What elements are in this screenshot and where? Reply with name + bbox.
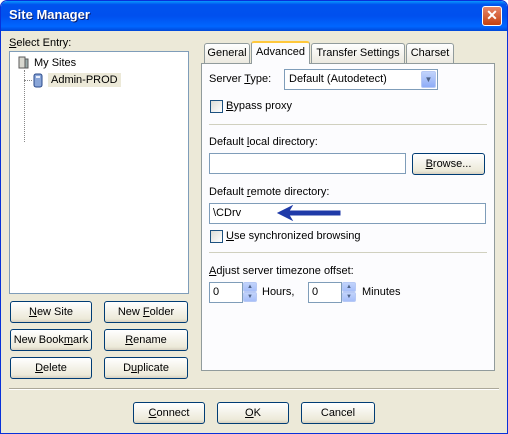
separator [209,124,487,125]
computer-icon [18,56,29,69]
tab-advanced[interactable]: Advanced [251,41,310,64]
duplicate-button[interactable]: Duplicate [104,357,188,379]
cancel-button[interactable]: Cancel [301,402,375,424]
local-directory-input[interactable] [209,153,406,174]
advanced-panel: Server Type: Default (Autodetect) ▼ Bypa… [201,63,495,371]
chevron-down-icon[interactable]: ▼ [421,71,436,88]
connect-button[interactable]: Connect [133,402,205,424]
hours-label: Hours, [262,286,295,298]
spin-down-icon[interactable]: ▼ [342,292,356,302]
minutes-label: Minutes [362,286,401,298]
new-folder-button[interactable]: New Folder [104,301,188,323]
ok-button[interactable]: OK [217,402,289,424]
tree-item-my-sites[interactable]: My Sites [34,57,76,69]
site-manager-window: Site Manager ✕ Select Entry: My Sites Ad… [0,0,508,434]
server-type-label: Server Type: [209,73,272,85]
server-type-select[interactable]: Default (Autodetect) ▼ [284,69,438,90]
bypass-proxy-checkbox[interactable] [210,100,223,113]
server-icon [33,73,43,88]
sync-browsing-label[interactable]: Use synchronized browsing [226,230,361,242]
spin-down-icon[interactable]: ▼ [243,292,257,302]
minutes-input[interactable]: 0 [308,282,342,303]
local-directory-label: Default local directory: [209,136,318,148]
spin-up-icon[interactable]: ▲ [243,282,257,292]
timezone-label: Adjust server timezone offset: [209,265,354,277]
footer-separator [9,388,499,390]
tab-charset[interactable]: Charset [406,43,454,63]
tree-guide-line [24,80,32,81]
tab-general[interactable]: General [204,43,250,63]
minutes-spinner[interactable]: ▲ ▼ [342,282,356,302]
bypass-proxy-label[interactable]: Bypass proxy [226,100,292,112]
sync-browsing-checkbox[interactable] [210,230,223,243]
delete-button[interactable]: Delete [10,357,92,379]
separator [209,252,487,253]
site-tree[interactable]: My Sites Admin-PROD [9,51,189,294]
remote-directory-label: Default remote directory: [209,186,330,198]
tab-transfer-settings[interactable]: Transfer Settings [311,43,405,63]
remote-directory-input[interactable]: \CDrv [209,203,486,224]
title-bar[interactable]: Site Manager ✕ [1,1,507,31]
close-icon[interactable]: ✕ [482,6,502,26]
rename-button[interactable]: Rename [104,329,188,351]
select-entry-label: Select Entry: [9,37,72,49]
hours-spinner[interactable]: ▲ ▼ [243,282,257,302]
tree-item-admin-prod[interactable]: Admin-PROD [48,73,121,87]
browse-button[interactable]: Browse... [412,153,485,175]
window-title: Site Manager [9,7,90,22]
new-bookmark-button[interactable]: New Bookmark [10,329,92,351]
server-type-value: Default (Autodetect) [289,73,387,85]
arrow-annotation-icon [276,205,341,221]
spin-up-icon[interactable]: ▲ [342,282,356,292]
hours-input[interactable]: 0 [209,282,243,303]
new-site-button[interactable]: New Site [10,301,92,323]
